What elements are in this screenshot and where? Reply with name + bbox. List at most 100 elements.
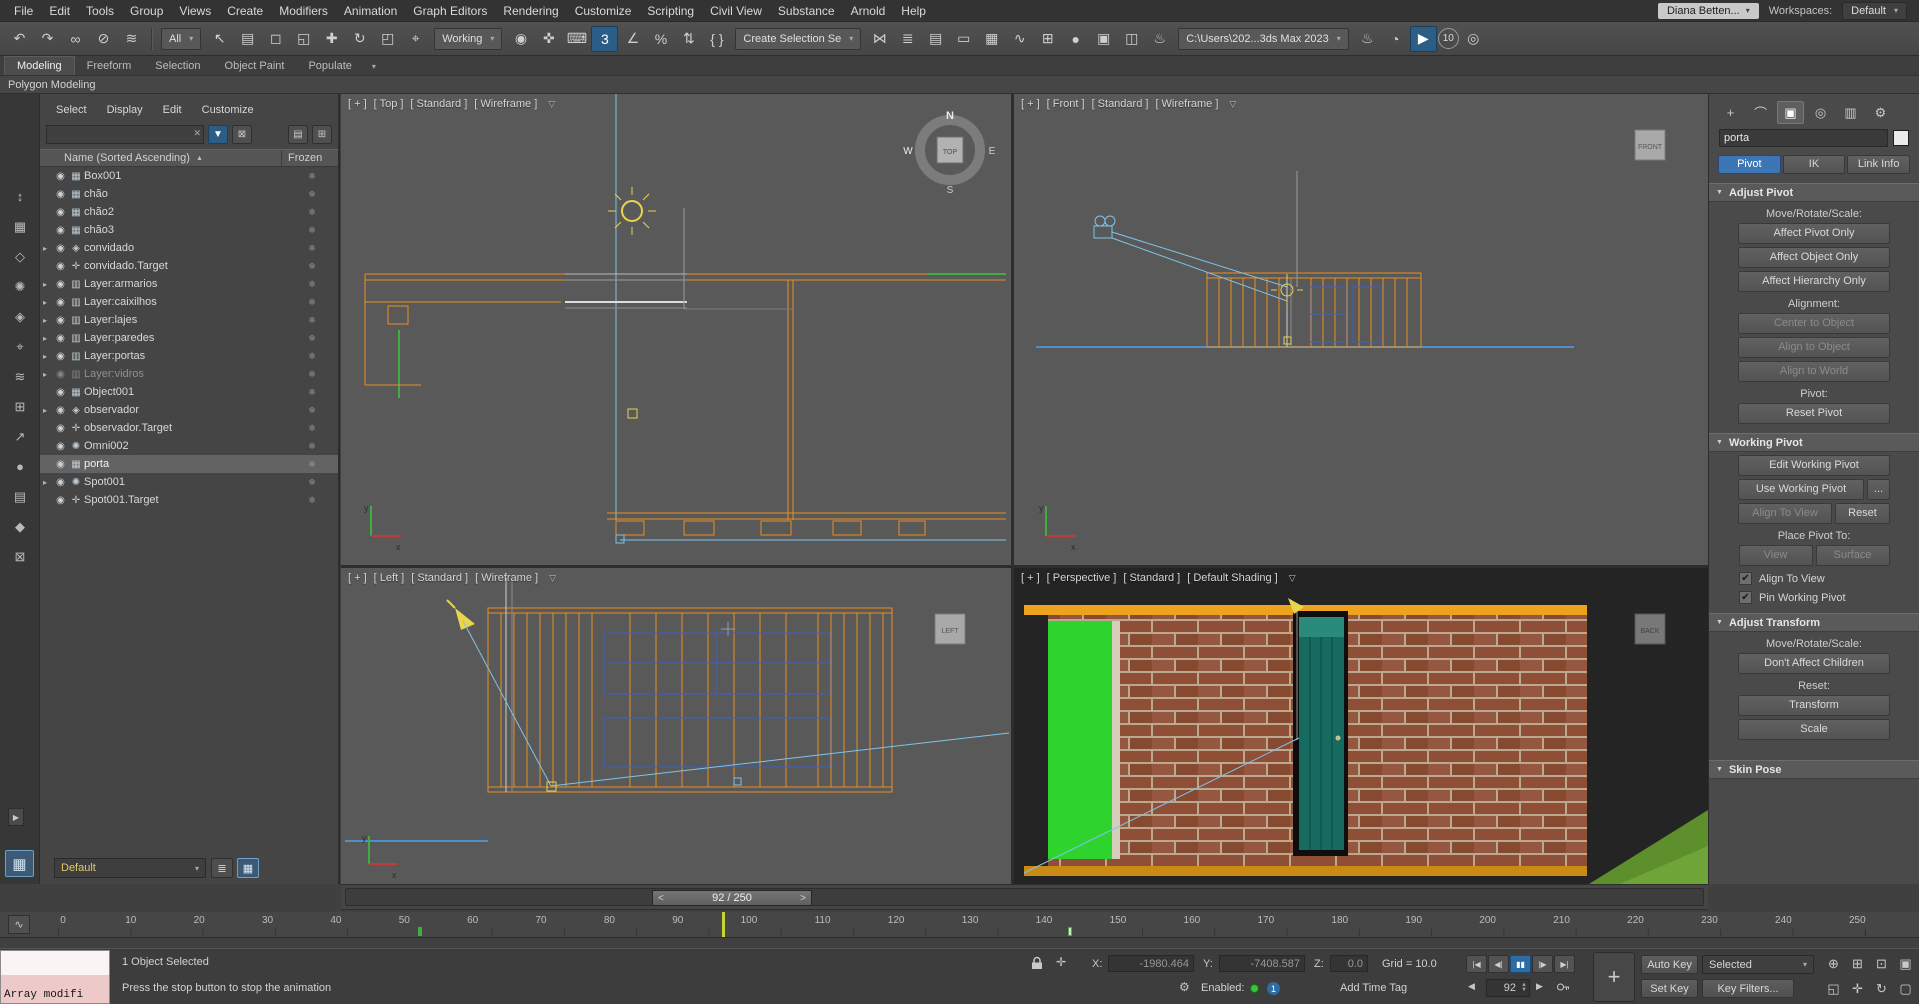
frozen-toggle-icon[interactable]: ❄ — [286, 225, 338, 236]
expand-arrow-icon[interactable]: ▸ — [43, 280, 53, 289]
maxscript-mini-listener[interactable]: Array modifi — [0, 950, 110, 1004]
viewport-general-menu[interactable]: [ + ] — [1021, 98, 1040, 110]
absolute-offset-toggle-icon[interactable]: ✛ — [1056, 955, 1066, 969]
ribbon-tab[interactable]: Populate — [296, 57, 363, 75]
compass-south[interactable]: S — [947, 185, 954, 196]
frozen-toggle-icon[interactable]: ❄ — [286, 171, 338, 182]
viewport-renderer-menu[interactable]: [ Standard ] — [1123, 572, 1180, 584]
ribbon-tab[interactable]: Freeform — [75, 57, 144, 75]
explorer-row[interactable]: ◉ ▦ Object001 ❄ — [40, 383, 338, 401]
render-iterative-icon[interactable]: ◔ — [1382, 26, 1409, 52]
next-frame-arrow[interactable]: > — [800, 893, 806, 904]
set-key-large-button[interactable]: + — [1593, 952, 1635, 1002]
frozen-toggle-icon[interactable]: ❄ — [286, 297, 338, 308]
viewcube-face-label[interactable]: FRONT — [1638, 144, 1663, 151]
material-editor-icon[interactable]: ● — [1062, 26, 1089, 52]
menu-item[interactable]: Modifiers — [271, 1, 336, 21]
frozen-toggle-icon[interactable]: ❄ — [286, 405, 338, 416]
schematic-view-icon[interactable]: ⊞ — [1034, 26, 1061, 52]
percent-snap-icon[interactable]: % — [647, 26, 674, 52]
render-production-icon[interactable]: ♨ — [1146, 26, 1173, 52]
use-working-pivot-button[interactable]: Use Working Pivot — [1738, 479, 1864, 500]
auto-key-button[interactable]: Auto Key — [1641, 955, 1698, 974]
eye-icon[interactable]: ◉ — [53, 423, 68, 434]
select-and-place-icon[interactable]: ⌖ — [402, 26, 429, 52]
enabled-indicator-dot[interactable] — [1250, 984, 1259, 993]
undo-icon[interactable]: ↶ — [6, 26, 33, 52]
explorer-menu-item[interactable]: Select — [48, 102, 95, 118]
viewcube-face-label[interactable]: BACK — [1640, 628, 1659, 635]
zoom-extents-all-icon[interactable]: ▣ — [1894, 953, 1917, 975]
keyboard-override-icon[interactable]: ⌨ — [563, 26, 590, 52]
lock-icon[interactable]: ⊠ — [232, 125, 252, 144]
viewport-filter-icon[interactable]: ▽ — [548, 99, 555, 110]
active-layer-dropdown[interactable]: Default▾ — [54, 858, 206, 878]
display-xrefs-icon[interactable]: ↗ — [8, 426, 32, 447]
maximize-viewport-icon[interactable]: ▢ — [1894, 978, 1917, 1000]
layer-manager-icon[interactable]: ▤ — [922, 26, 949, 52]
viewcube[interactable]: LEFT — [935, 614, 965, 644]
viewcube[interactable]: FRONT — [1635, 130, 1665, 160]
explorer-menu-item[interactable]: Display — [99, 102, 151, 118]
place-surface-button[interactable]: Surface — [1816, 545, 1890, 566]
omni-light-gizmo[interactable] — [608, 187, 656, 235]
render-setup-icon[interactable]: ▣ — [1090, 26, 1117, 52]
viewport-filter-icon[interactable]: ▽ — [1289, 573, 1296, 584]
eye-icon[interactable]: ◉ — [53, 477, 68, 488]
top-viewport-canvas[interactable]: y x TOP N E S W — [341, 94, 1011, 565]
viewport-pov-menu[interactable]: [ Perspective ] — [1047, 572, 1117, 584]
modify-tab[interactable]: ⌒ — [1747, 101, 1774, 124]
frozen-toggle-icon[interactable]: ❄ — [286, 477, 338, 488]
display-tab[interactable]: ▥ — [1837, 101, 1864, 124]
render-flyout-icon[interactable]: ♨ — [1354, 26, 1381, 52]
display-shapes-icon[interactable]: ◇ — [8, 246, 32, 267]
ribbon-overflow-icon[interactable]: ▾ — [364, 62, 384, 75]
explorer-row[interactable]: ◉ ▦ chão3 ❄ — [40, 221, 338, 239]
spinner-down-icon[interactable]: ▼ — [1521, 988, 1527, 993]
viewport-filter-icon[interactable]: ▽ — [1229, 99, 1236, 110]
time-slider-handle[interactable]: < 92 / 250 > — [652, 890, 812, 906]
viewcube[interactable]: TOP N E S W — [903, 110, 995, 196]
pan-icon[interactable]: ✛ — [1846, 978, 1869, 1000]
rectangular-selection-icon[interactable]: ◻ — [262, 26, 289, 52]
eye-icon[interactable]: ◉ — [53, 441, 68, 452]
explorer-row[interactable]: ▸ ◉ ▥ Layer:vidros ❄ — [40, 365, 338, 383]
menu-item[interactable]: Civil View — [702, 1, 770, 21]
explorer-row[interactable]: ◉ ▦ Box001 ❄ — [40, 167, 338, 185]
explorer-row[interactable]: ▸ ◉ ✺ Spot001 ❄ — [40, 473, 338, 491]
menu-item[interactable]: Help — [893, 1, 934, 21]
eye-icon[interactable]: ◉ — [53, 261, 68, 272]
viewport-renderer-menu[interactable]: [ Standard ] — [410, 98, 467, 110]
ik-mode-button[interactable]: IK — [1783, 155, 1846, 174]
frozen-toggle-icon[interactable]: ❄ — [286, 351, 338, 362]
select-and-move-icon[interactable]: ✚ — [318, 26, 345, 52]
object-color-swatch[interactable] — [1893, 130, 1909, 146]
explorer-row[interactable]: ▸ ◉ ▥ Layer:lajes ❄ — [40, 311, 338, 329]
eye-icon[interactable]: ◉ — [53, 405, 68, 416]
spinner-snap-icon[interactable]: ⇅ — [675, 26, 702, 52]
menu-item[interactable]: Group — [122, 1, 171, 21]
viewport-renderer-menu[interactable]: [ Standard ] — [1092, 98, 1149, 110]
eye-icon[interactable]: ◉ — [53, 333, 68, 344]
working-pivot-more-button[interactable]: ... — [1867, 479, 1890, 500]
current-frame-spinner[interactable]: 92 ▲▼ — [1486, 979, 1530, 997]
eye-icon[interactable]: ◉ — [53, 459, 68, 470]
front-viewport-canvas[interactable]: FRONT y x — [1014, 94, 1708, 565]
motion-tab[interactable]: ◎ — [1807, 101, 1834, 124]
zoom-region-icon[interactable]: ◱ — [1822, 978, 1845, 1000]
eye-icon[interactable]: ◉ — [53, 171, 68, 182]
explorer-row[interactable]: ◉ ▦ porta ❄ — [40, 455, 338, 473]
use-pivot-point-icon[interactable]: ◉ — [507, 26, 534, 52]
viewport-shading-menu[interactable]: [ Wireframe ] — [475, 572, 538, 584]
expand-arrow-icon[interactable]: ▸ — [43, 244, 53, 253]
frozen-toggle-icon[interactable]: ❄ — [286, 423, 338, 434]
expand-arrow-icon[interactable]: ▸ — [43, 478, 53, 487]
eye-icon[interactable]: ◉ — [53, 279, 68, 290]
expand-arrow-icon[interactable]: ▸ — [43, 370, 53, 379]
frozen-toggle-icon[interactable]: ❄ — [286, 333, 338, 344]
key-filters-button[interactable]: Key Filters... — [1702, 979, 1794, 998]
display-helpers-icon[interactable]: ⌖ — [8, 336, 32, 357]
z-coordinate-field[interactable]: 0.0 — [1330, 955, 1368, 972]
display-spacewarps-icon[interactable]: ≋ — [8, 366, 32, 387]
menu-item[interactable]: File — [6, 1, 41, 21]
